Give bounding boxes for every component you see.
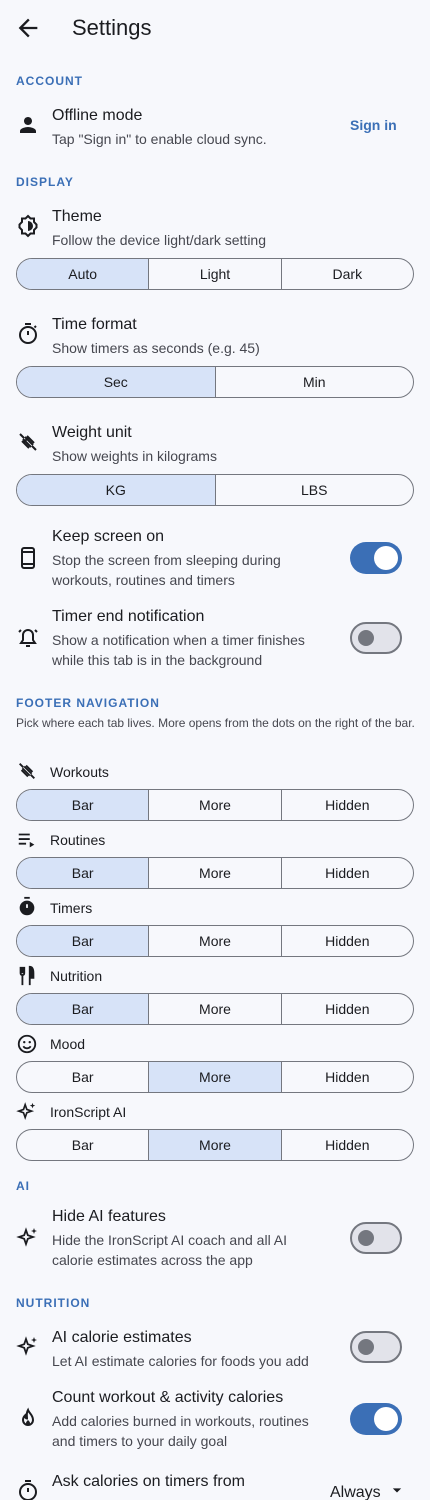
keep-screen-on-desc: Stop the screen from sleeping during wor…: [52, 552, 281, 588]
hide-ai-features-desc: Hide the IronScript AI coach and all AI …: [52, 1232, 288, 1268]
theme-option-light[interactable]: Light: [148, 259, 280, 289]
ask-calories-title: Ask calories on timers from: [52, 1473, 245, 1490]
option-bar[interactable]: Bar: [17, 1130, 148, 1160]
ai-calorie-estimates-toggle[interactable]: [350, 1331, 402, 1363]
option-more[interactable]: More: [148, 1062, 281, 1092]
playlist-icon: [16, 829, 40, 853]
toggle-knob: [358, 1230, 374, 1246]
time-format-segmented-control: Sec Min: [16, 366, 414, 398]
footer-item-timers-control: Bar More Hidden: [16, 925, 414, 957]
timer-icon: [16, 1479, 40, 1500]
weight-unit-option-lbs[interactable]: LBS: [214, 475, 414, 505]
footer-navigation-note: Pick where each tab lives. More opens fr…: [16, 716, 415, 730]
ask-calories-value: Always: [330, 1484, 381, 1500]
stopwatch-icon: [16, 896, 40, 920]
page-title: Settings: [72, 15, 152, 40]
keep-screen-on-toggle[interactable]: [350, 542, 402, 574]
footer-item-label-routines: Routines: [50, 832, 106, 848]
flame-icon: [16, 1407, 40, 1431]
option-more[interactable]: More: [148, 858, 280, 888]
smiley-icon: [16, 1033, 40, 1057]
theme-segmented-control: Auto Light Dark: [16, 258, 414, 290]
footer-item-mood-control: Bar More Hidden: [16, 1061, 414, 1093]
footer-item-label-timers: Timers: [50, 900, 93, 916]
dumbbell-icon: [16, 760, 40, 784]
dumbbell-icon: [16, 430, 40, 454]
option-more[interactable]: More: [148, 790, 280, 820]
footer-item-label-ironscript-ai: IronScript AI: [50, 1104, 127, 1120]
hide-ai-features-toggle[interactable]: [350, 1222, 402, 1254]
sign-in-button[interactable]: Sign in: [350, 116, 397, 134]
section-header-display: DISPLAY: [16, 175, 74, 189]
toggle-knob: [374, 546, 398, 570]
section-header-nutrition: NUTRITION: [16, 1296, 91, 1310]
weight-unit-desc: Show weights in kilograms: [52, 448, 217, 464]
top-app-bar: Settings: [0, 0, 430, 56]
timer-end-notification-toggle[interactable]: [350, 622, 402, 654]
weight-unit-title: Weight unit: [52, 424, 132, 441]
sparkle-icon: [16, 1226, 40, 1250]
footer-item-workouts-control: Bar More Hidden: [16, 789, 414, 821]
time-format-option-sec[interactable]: Sec: [17, 367, 215, 397]
footer-item-routines-control: Bar More Hidden: [16, 857, 414, 889]
toggle-knob: [358, 1339, 374, 1355]
person-icon: [16, 113, 40, 137]
weight-unit-segmented-control: KG LBS: [16, 474, 414, 506]
option-hidden[interactable]: Hidden: [280, 994, 413, 1024]
time-format-desc: Show timers as seconds (e.g. 45): [52, 340, 260, 356]
footer-item-ironscript-ai-control: Bar More Hidden: [16, 1129, 414, 1161]
count-calories-title: Count workout & activity calories: [52, 1389, 284, 1406]
time-format-option-min[interactable]: Min: [214, 367, 414, 397]
option-hidden[interactable]: Hidden: [280, 790, 413, 820]
timer-end-notification-desc: Show a notification when a timer finishe…: [52, 632, 305, 668]
option-more[interactable]: More: [148, 1130, 281, 1160]
fork-knife-icon: [16, 965, 40, 989]
smartphone-icon: [16, 546, 40, 570]
option-hidden[interactable]: Hidden: [280, 858, 413, 888]
sparkle-icon: [16, 1335, 40, 1359]
time-format-title: Time format: [52, 316, 137, 333]
option-bar[interactable]: Bar: [17, 926, 149, 956]
section-header-ai: AI: [16, 1179, 30, 1193]
offline-mode-desc: Tap "Sign in" to enable cloud sync.: [52, 131, 267, 147]
toggle-knob: [358, 630, 374, 646]
option-more[interactable]: More: [148, 994, 280, 1024]
option-hidden[interactable]: Hidden: [280, 1130, 413, 1160]
ask-calories-dropdown[interactable]: Always: [330, 1480, 407, 1500]
option-bar[interactable]: Bar: [17, 1062, 148, 1092]
option-hidden[interactable]: Hidden: [280, 1062, 413, 1092]
option-bar[interactable]: Bar: [17, 790, 149, 820]
offline-mode-title: Offline mode: [52, 107, 143, 124]
alarm-bell-icon: [16, 626, 40, 650]
theme-option-dark[interactable]: Dark: [280, 259, 413, 289]
footer-item-label-mood: Mood: [50, 1036, 86, 1052]
option-more[interactable]: More: [148, 926, 280, 956]
theme-desc: Follow the device light/dark setting: [52, 232, 266, 248]
count-calories-toggle[interactable]: [350, 1403, 402, 1435]
ai-calorie-estimates-title: AI calorie estimates: [52, 1329, 192, 1346]
footer-item-label-nutrition: Nutrition: [50, 968, 103, 984]
timer-icon: [16, 322, 40, 346]
section-header-account: ACCOUNT: [16, 74, 83, 88]
hide-ai-features-title: Hide AI features: [52, 1208, 166, 1225]
theme-title: Theme: [52, 208, 102, 225]
section-header-footer-navigation: FOOTER NAVIGATION: [16, 696, 160, 710]
back-arrow-icon[interactable]: [14, 14, 42, 42]
sparkle-icon: [16, 1101, 40, 1125]
weight-unit-option-kg[interactable]: KG: [17, 475, 215, 505]
option-bar[interactable]: Bar: [17, 994, 149, 1024]
count-calories-desc: Add calories burned in workouts, routine…: [52, 1413, 309, 1449]
footer-item-nutrition-control: Bar More Hidden: [16, 993, 414, 1025]
theme-option-auto[interactable]: Auto: [17, 259, 149, 289]
toggle-knob: [374, 1407, 398, 1431]
dropdown-arrow-icon: [387, 1480, 407, 1500]
keep-screen-on-title: Keep screen on: [52, 528, 165, 545]
ai-calorie-estimates-desc: Let AI estimate calories for foods you a…: [52, 1353, 309, 1369]
brightness-auto-icon: [16, 214, 40, 238]
footer-item-label-workouts: Workouts: [50, 764, 109, 780]
option-bar[interactable]: Bar: [17, 858, 149, 888]
timer-end-notification-title: Timer end notification: [52, 608, 205, 625]
option-hidden[interactable]: Hidden: [280, 926, 413, 956]
